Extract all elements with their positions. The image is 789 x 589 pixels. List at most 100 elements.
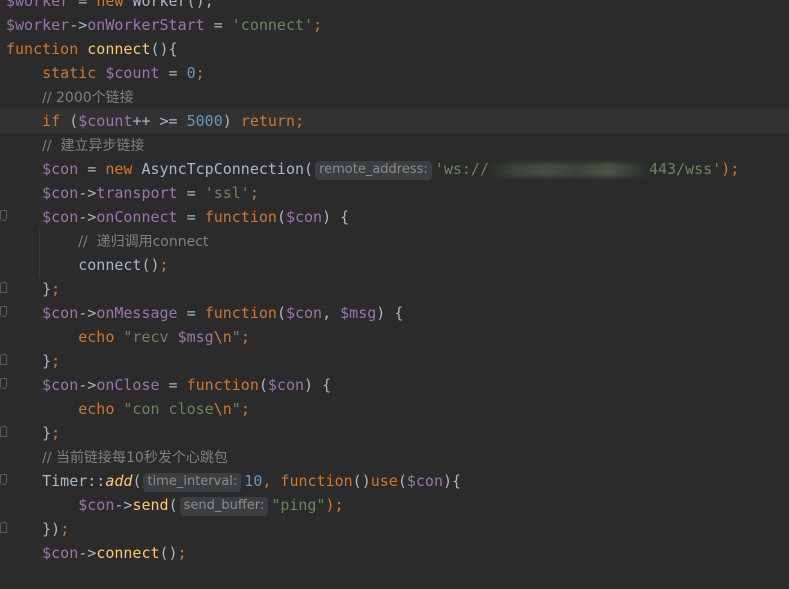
- code-token: (: [168, 496, 178, 514]
- code-line[interactable]: // 递归调用connect: [0, 229, 789, 253]
- redacted-text: [488, 162, 649, 177]
- code-line[interactable]: $con->onMessage = function($con, $msg) {: [0, 301, 789, 325]
- fold-start-icon[interactable]: [0, 378, 7, 389]
- code-token: (: [69, 112, 79, 130]
- code-token: use: [370, 472, 398, 490]
- code-token: ->: [114, 496, 133, 514]
- code-token: $con: [42, 544, 79, 562]
- code-line[interactable]: echo "con close\n";: [0, 397, 789, 421]
- code-token: $con: [42, 376, 79, 394]
- fold-end-icon[interactable]: [0, 522, 7, 533]
- code-token: ) {: [376, 304, 404, 322]
- code-line[interactable]: $con->onClose = function($con) {: [0, 373, 789, 397]
- code-token: =: [78, 160, 106, 178]
- parameter-hint: time_interval:: [143, 473, 242, 492]
- code-token: =: [159, 64, 187, 82]
- code-token: );: [325, 496, 344, 514]
- code-token: =: [69, 0, 97, 10]
- code-token: transport: [96, 184, 178, 202]
- code-token: 443/wss': [648, 160, 722, 178]
- code-token: $msg: [340, 304, 377, 322]
- code-line[interactable]: $worker->onWorkerStart = 'connect';: [0, 13, 789, 37]
- code-line[interactable]: $worker = new Worker();: [0, 0, 789, 13]
- code-token: add: [105, 472, 133, 490]
- fold-end-icon[interactable]: [0, 282, 7, 293]
- fold-start-icon[interactable]: [0, 474, 7, 485]
- fold-end-icon[interactable]: [0, 426, 7, 437]
- code-token: );: [721, 160, 740, 178]
- code-token: =: [177, 304, 205, 322]
- code-line[interactable]: };: [0, 277, 789, 301]
- code-token: // 当前链接每10秒发个心跳包: [42, 450, 228, 466]
- code-token: (: [397, 472, 407, 490]
- code-token: ;: [249, 184, 259, 202]
- code-token: }: [42, 424, 52, 442]
- code-token: ;: [295, 112, 305, 130]
- code-line[interactable]: $con->transport = 'ssl';: [0, 181, 789, 205]
- code-line[interactable]: $con->onConnect = function($con) {: [0, 205, 789, 229]
- code-line[interactable]: echo "recv $msg\n";: [0, 325, 789, 349]
- code-token: // 2000个链接: [42, 90, 134, 106]
- code-token: onClose: [96, 376, 160, 394]
- code-line[interactable]: $con = new AsyncTcpConnection(remote_add…: [0, 157, 789, 181]
- code-line[interactable]: $con->send(send_buffer: "ping");: [0, 493, 789, 517]
- code-token: (): [159, 544, 178, 562]
- code-token: (): [352, 472, 371, 490]
- code-line[interactable]: $con->connect();: [0, 541, 789, 565]
- code-token: \n: [213, 400, 232, 418]
- fold-start-icon[interactable]: [0, 306, 7, 317]
- code-token: ){: [442, 472, 462, 490]
- code-line[interactable]: Timer::add(time_interval: 10, function()u…: [0, 469, 789, 493]
- fold-start-icon[interactable]: [0, 210, 7, 221]
- code-token: ) {: [304, 376, 332, 394]
- code-token: new: [96, 0, 133, 10]
- code-token: ": [231, 400, 241, 418]
- code-token: send: [132, 496, 169, 514]
- code-line[interactable]: // 当前链接每10秒发个心跳包: [0, 445, 789, 469]
- code-line[interactable]: if ($count++ >= 5000) return;: [0, 109, 789, 133]
- code-token: (: [276, 208, 286, 226]
- code-token: $con: [285, 304, 323, 322]
- code-token: $con: [406, 472, 443, 490]
- code-line[interactable]: function connect(){: [0, 37, 789, 61]
- code-token: ->: [78, 184, 97, 202]
- code-token: function: [186, 376, 259, 394]
- code-line[interactable]: static $count = 0;: [0, 61, 789, 85]
- code-line[interactable]: };: [0, 421, 789, 445]
- code-line[interactable]: });: [0, 517, 789, 541]
- code-token: new: [105, 160, 142, 178]
- code-token: function: [204, 208, 277, 226]
- code-line[interactable]: // 2000个链接: [0, 85, 789, 109]
- code-token: "recv: [123, 328, 178, 346]
- code-token: ->: [69, 16, 88, 34]
- code-line[interactable]: connect();: [0, 253, 789, 277]
- code-token: (){: [150, 40, 178, 58]
- code-token: 5000: [186, 112, 223, 130]
- code-line[interactable]: };: [0, 349, 789, 373]
- code-token: ->: [78, 208, 97, 226]
- fold-end-icon[interactable]: [0, 354, 7, 365]
- code-editor[interactable]: $worker = new Worker(); $worker->onWorker…: [0, 0, 789, 589]
- code-line[interactable]: // 建立异步链接: [0, 133, 789, 157]
- code-token: $con: [42, 184, 79, 202]
- code-token: $con: [285, 208, 323, 226]
- code-token: // 递归调用connect: [78, 234, 209, 250]
- code-token: "con close: [123, 400, 214, 418]
- code-token: $con: [42, 304, 79, 322]
- code-token: ": [231, 328, 241, 346]
- code-token: ): [222, 112, 241, 130]
- code-token: 'ws://: [434, 160, 489, 178]
- code-token: if: [42, 112, 70, 130]
- code-token: onConnect: [96, 208, 178, 226]
- code-token: return: [240, 112, 295, 130]
- code-token: function: [6, 40, 88, 58]
